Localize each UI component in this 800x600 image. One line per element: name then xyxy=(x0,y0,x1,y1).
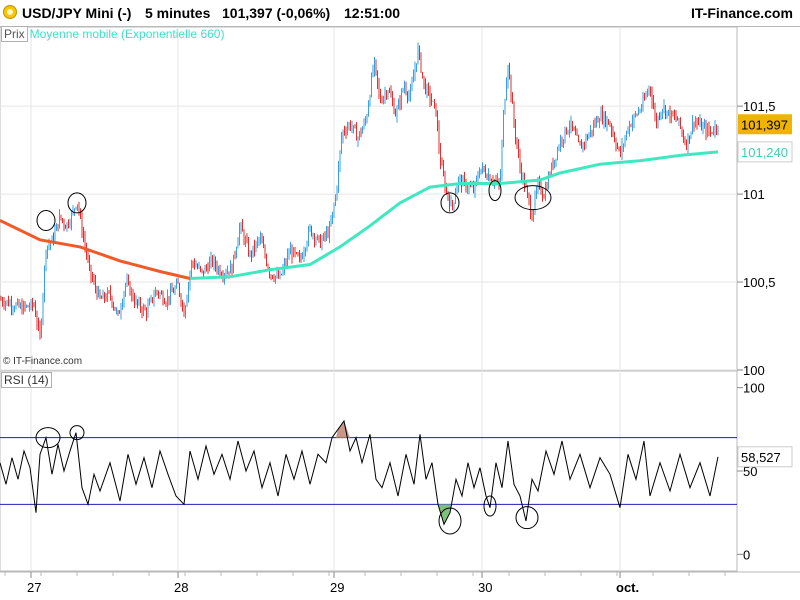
x-tick-label: 30 xyxy=(478,580,492,595)
copyright-label: © IT-Finance.com xyxy=(3,356,83,367)
price-legend: Prix Moyenne mobile (Exponentielle 660) xyxy=(1,26,225,42)
ma-value-tag: 101,240 xyxy=(741,145,788,160)
axis-labels: 27 28 29 30 oct.100100,5101101,5050100 xyxy=(4,99,776,595)
x-tick-label: 29 xyxy=(330,580,344,595)
rsi-legend: RSI (14) xyxy=(1,372,52,388)
ma-line-orange xyxy=(0,219,191,280)
rsi-bands xyxy=(0,437,737,505)
y-tick-label: 100 xyxy=(743,363,765,378)
x-tick-label: 27 xyxy=(27,580,41,595)
moving-average-lines xyxy=(0,150,719,280)
rsi-circle-marker xyxy=(515,506,539,530)
rsi-path xyxy=(0,419,719,526)
ma-line-green xyxy=(189,150,719,280)
rsi-label[interactable]: RSI (14) xyxy=(1,372,52,388)
rsi-panel-frame xyxy=(0,370,738,572)
y-tick-label: 100,5 xyxy=(743,275,776,290)
value-tags: 101,397 101,240 58,527 xyxy=(737,114,793,468)
x-tick-label: oct. xyxy=(616,580,639,595)
price-tab[interactable]: Prix xyxy=(1,26,28,42)
price-candles xyxy=(0,42,719,340)
y-tick-label: 101 xyxy=(743,187,765,202)
rsi-line xyxy=(0,419,719,526)
y-tick-label: 101,5 xyxy=(743,99,776,114)
rsi-value-tag: 58,527 xyxy=(741,450,781,465)
price-panel-frame xyxy=(0,26,738,371)
x-tick-label: 28 xyxy=(174,580,188,595)
circle-markers xyxy=(35,180,552,535)
rsi-y-tick-label: 0 xyxy=(743,547,750,562)
last-price-tag: 101,397 xyxy=(741,117,788,132)
price-circle-marker xyxy=(36,209,56,231)
ma-legend-label: Moyenne mobile (Exponentielle 660) xyxy=(29,27,225,41)
chart-canvas: 27 28 29 30 oct.100100,5101101,5050100 101,3… xyxy=(0,26,800,595)
rsi-y-tick-label: 100 xyxy=(743,381,765,396)
